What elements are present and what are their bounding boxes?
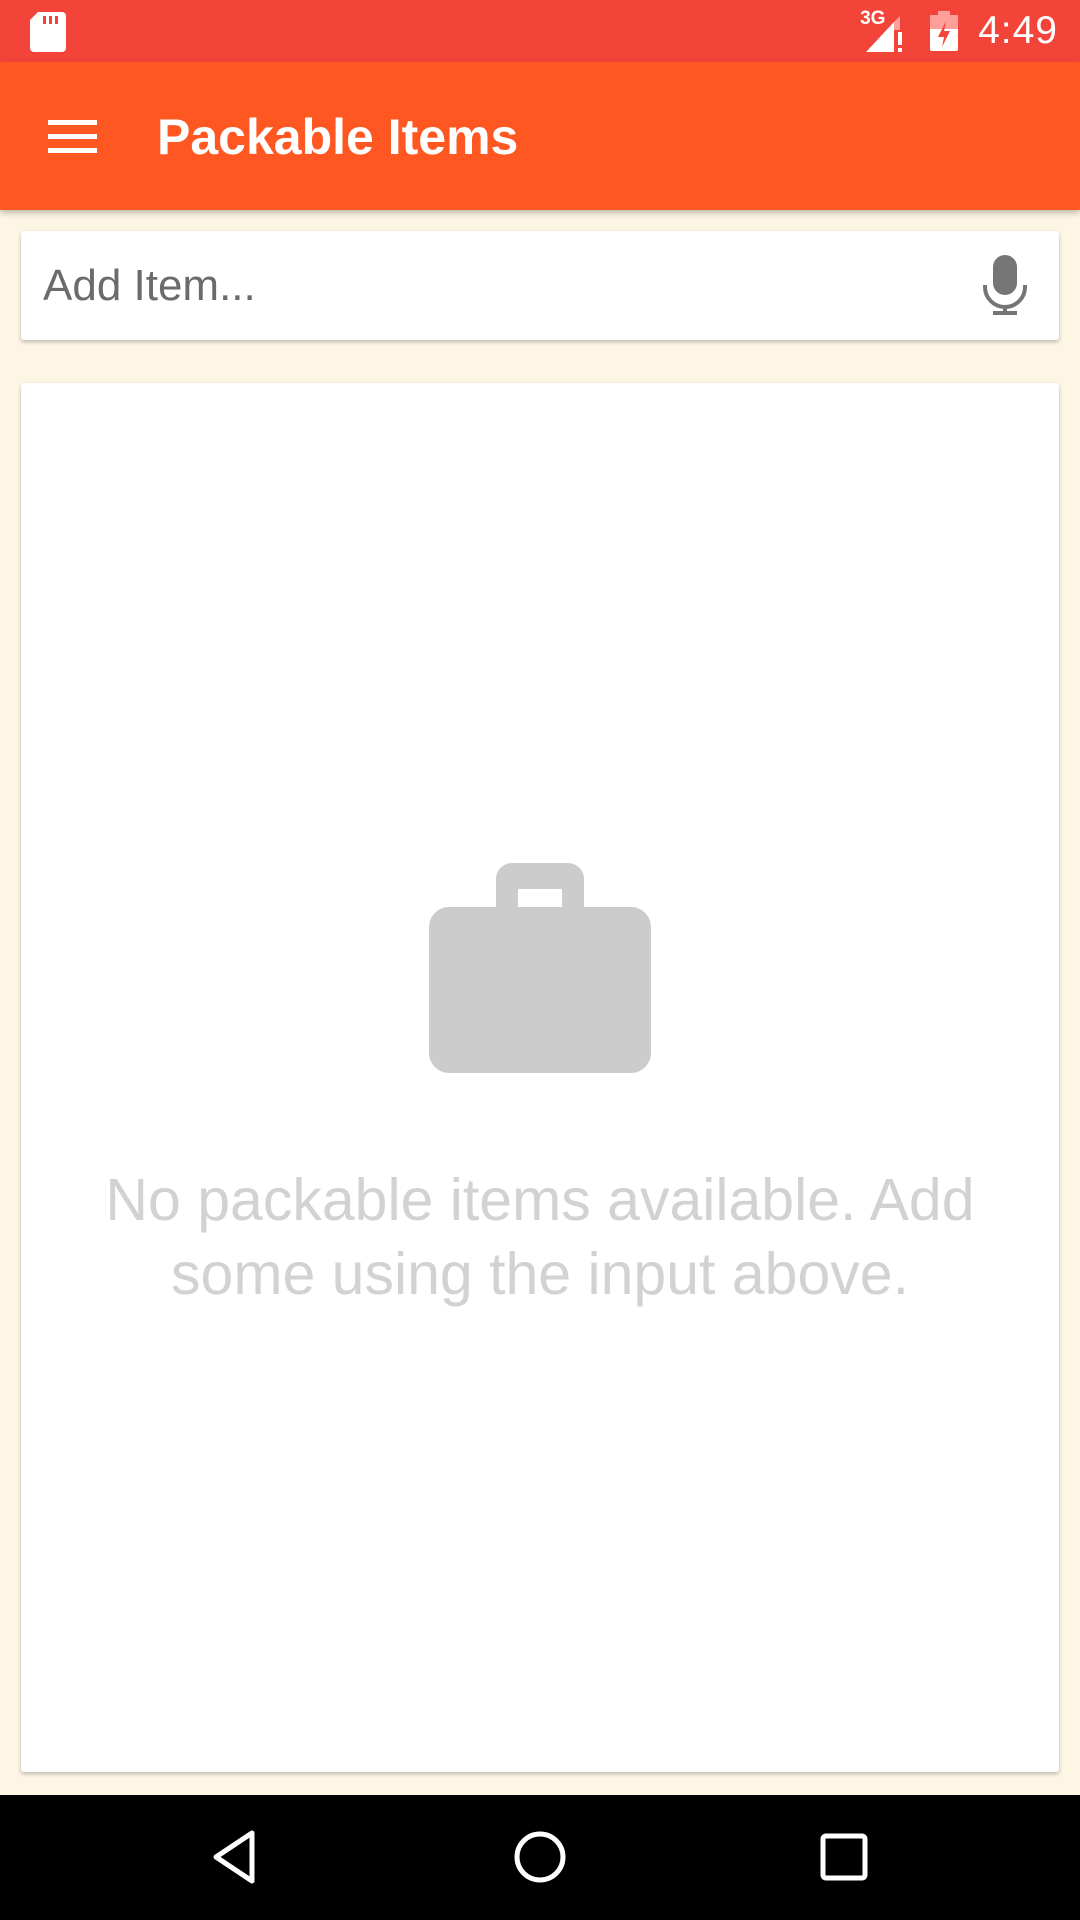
app-bar: Packable Items	[0, 62, 1080, 210]
signal-icon: 3G	[858, 8, 910, 54]
add-item-input[interactable]	[43, 231, 963, 340]
empty-state-message: No packable items available. Add some us…	[105, 1167, 975, 1307]
mic-icon[interactable]	[981, 255, 1029, 317]
page-title: Packable Items	[157, 109, 519, 165]
navigation-bar	[0, 1795, 1080, 1920]
home-icon[interactable]	[510, 1827, 570, 1887]
sd-card-icon	[30, 12, 66, 52]
briefcase-icon	[429, 863, 651, 1073]
status-bar: 3G 4:49	[0, 0, 1080, 62]
add-item-card	[21, 231, 1059, 340]
recents-icon[interactable]	[814, 1827, 874, 1887]
clock: 4:49	[978, 9, 1058, 52]
menu-button[interactable]	[40, 106, 104, 166]
status-icons: 3G 4:49	[858, 0, 1058, 62]
battery-icon	[930, 11, 959, 51]
packable-items-list: No packable items available. Add some us…	[21, 383, 1059, 1772]
back-icon[interactable]	[206, 1827, 266, 1887]
